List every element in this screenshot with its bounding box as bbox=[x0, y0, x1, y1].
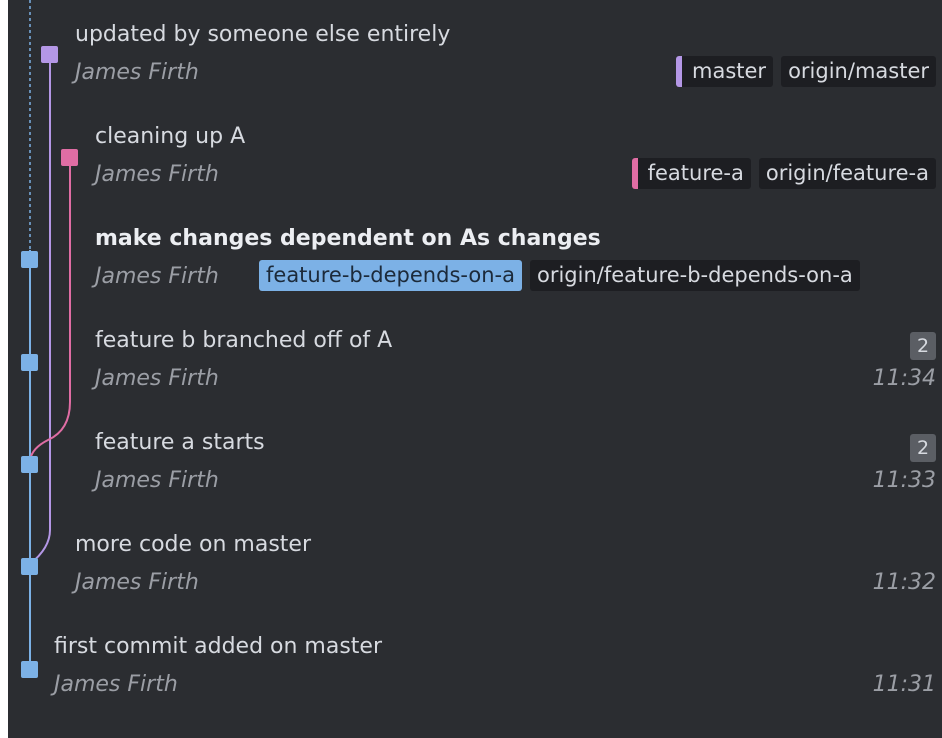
graph-node-purple[interactable] bbox=[41, 46, 58, 63]
commit-summary: more code on master bbox=[75, 532, 312, 557]
ref-labels: feature-b-depends-on-a origin/feature-b-… bbox=[259, 260, 860, 291]
commit-author: James Firth bbox=[95, 264, 219, 289]
branch-label-origin-master[interactable]: origin/master bbox=[781, 56, 936, 87]
graph-node-blue[interactable] bbox=[21, 251, 38, 268]
commit-row[interactable]: cleaning up A James Firth feature-a orig… bbox=[95, 102, 942, 204]
commit-row[interactable]: first commit added on master James Firth… bbox=[54, 612, 942, 714]
commit-summary: feature b branched off of A bbox=[95, 328, 393, 353]
commit-row[interactable]: more code on master James Firth 11:32 bbox=[75, 510, 942, 612]
commit-time: 11:33 bbox=[872, 468, 936, 493]
commit-summary: feature a starts bbox=[95, 430, 265, 455]
commit-author: James Firth bbox=[95, 468, 219, 493]
commit-time: 11:32 bbox=[872, 570, 936, 595]
ref-labels: feature-a origin/feature-a bbox=[631, 158, 936, 189]
commit-count-badge: 2 bbox=[910, 332, 936, 360]
commit-time: 11:34 bbox=[872, 366, 936, 391]
ref-labels: master origin/master bbox=[676, 56, 936, 87]
commit-summary: updated by someone else entirely bbox=[75, 22, 451, 47]
commit-time: 11:31 bbox=[872, 672, 936, 697]
commit-author: James Firth bbox=[75, 60, 199, 85]
branch-label-feature-a[interactable]: feature-a bbox=[631, 158, 751, 189]
commit-row[interactable]: feature a starts James Firth 2 11:33 bbox=[95, 408, 942, 510]
commit-author: James Firth bbox=[75, 570, 199, 595]
commit-summary: cleaning up A bbox=[95, 124, 246, 149]
branch-label-feature-b-depends-on-a[interactable]: feature-b-depends-on-a bbox=[259, 260, 522, 291]
commit-author: James Firth bbox=[54, 672, 178, 697]
commit-row[interactable]: updated by someone else entirely James F… bbox=[75, 0, 942, 102]
branch-label-origin-feature-b-depends-on-a[interactable]: origin/feature-b-depends-on-a bbox=[529, 260, 860, 291]
graph-node-blue[interactable] bbox=[21, 661, 38, 678]
branch-label-master[interactable]: master bbox=[676, 56, 774, 87]
commit-row[interactable]: feature b branched off of A James Firth … bbox=[95, 306, 942, 408]
commit-author: James Firth bbox=[95, 366, 219, 391]
branch-label-origin-feature-a[interactable]: origin/feature-a bbox=[758, 158, 936, 189]
graph-node-pink[interactable] bbox=[61, 149, 78, 166]
commit-summary: first commit added on master bbox=[54, 634, 383, 659]
graph-edge-purple bbox=[29, 56, 51, 565]
commit-author: James Firth bbox=[95, 162, 219, 187]
commit-count-badge: 2 bbox=[910, 434, 936, 462]
graph-node-blue[interactable] bbox=[21, 456, 38, 473]
graph-node-blue[interactable] bbox=[21, 354, 38, 371]
commit-summary: make changes dependent on As changes bbox=[95, 226, 601, 251]
commit-row-head[interactable]: make changes dependent on As changes Jam… bbox=[95, 204, 942, 306]
graph-node-blue[interactable] bbox=[21, 558, 38, 575]
commit-history-panel: updated by someone else entirely James F… bbox=[8, 0, 942, 738]
